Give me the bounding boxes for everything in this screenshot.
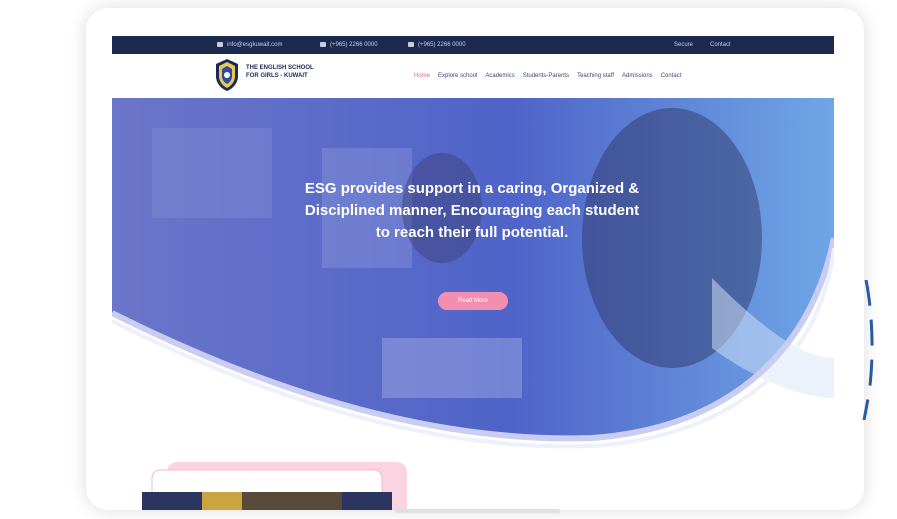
phone-link-1[interactable]: (+965) 2266 0000 xyxy=(320,36,378,54)
nav-item-contact[interactable]: Contact xyxy=(661,73,682,83)
website-screen: info@esgkuwait.com (+965) 2266 0000 (+96… xyxy=(112,36,834,510)
envelope-icon xyxy=(217,42,223,47)
phone-icon xyxy=(408,42,414,47)
headline-line-2: Disciplined manner, Encouraging each stu… xyxy=(304,202,640,219)
read-more-button[interactable]: Read More xyxy=(438,292,508,310)
topbar-link-2[interactable]: Contact xyxy=(710,36,731,54)
school-name: THE ENGLISH SCHOOL FOR GIRLS - KUWAIT xyxy=(246,64,346,80)
phone-link-2[interactable]: (+965) 2266 0000 xyxy=(408,36,466,54)
nav-item-academics[interactable]: Academics xyxy=(485,73,514,83)
nav-item-students-parents[interactable]: Students-Parents xyxy=(523,73,569,83)
hero-background xyxy=(112,98,834,449)
decorative-curve-icon xyxy=(862,280,874,420)
topbar-link-1[interactable]: Secure xyxy=(674,36,693,54)
nav-item-teaching-staff[interactable]: Teaching staff xyxy=(577,73,614,83)
school-name-line1: THE ENGLISH SCHOOL xyxy=(246,65,314,71)
phone-icon xyxy=(320,42,326,47)
tablet-frame: info@esgkuwait.com (+965) 2266 0000 (+96… xyxy=(86,8,864,510)
content-preview-card xyxy=(142,462,407,510)
nav-item-admissions[interactable]: Admissions xyxy=(622,73,653,83)
school-crest-logo[interactable] xyxy=(214,58,240,92)
phone-text-1: (+965) 2266 0000 xyxy=(330,42,378,48)
main-nav: Home Explore school Academics Students-P… xyxy=(414,73,681,83)
email-text: info@esgkuwait.com xyxy=(227,42,283,48)
phone-text-2: (+965) 2266 0000 xyxy=(418,42,466,48)
headline-line-1: ESG provides support in a caring, Organi… xyxy=(304,180,640,197)
site-header: THE ENGLISH SCHOOL FOR GIRLS - KUWAIT Ho… xyxy=(112,54,834,98)
top-info-bar: info@esgkuwait.com (+965) 2266 0000 (+96… xyxy=(112,36,834,54)
headline-line-3: to reach their full potential. xyxy=(375,224,569,241)
school-name-line2: FOR GIRLS - KUWAIT xyxy=(246,73,308,79)
hero-headline: ESG provides support in a caring, Organi… xyxy=(282,178,662,244)
nav-item-explore-school[interactable]: Explore school xyxy=(438,73,477,83)
email-link[interactable]: info@esgkuwait.com xyxy=(217,36,282,54)
home-indicator xyxy=(395,509,560,513)
nav-item-home[interactable]: Home xyxy=(414,73,430,83)
hero-banner: ESG provides support in a caring, Organi… xyxy=(112,98,834,458)
